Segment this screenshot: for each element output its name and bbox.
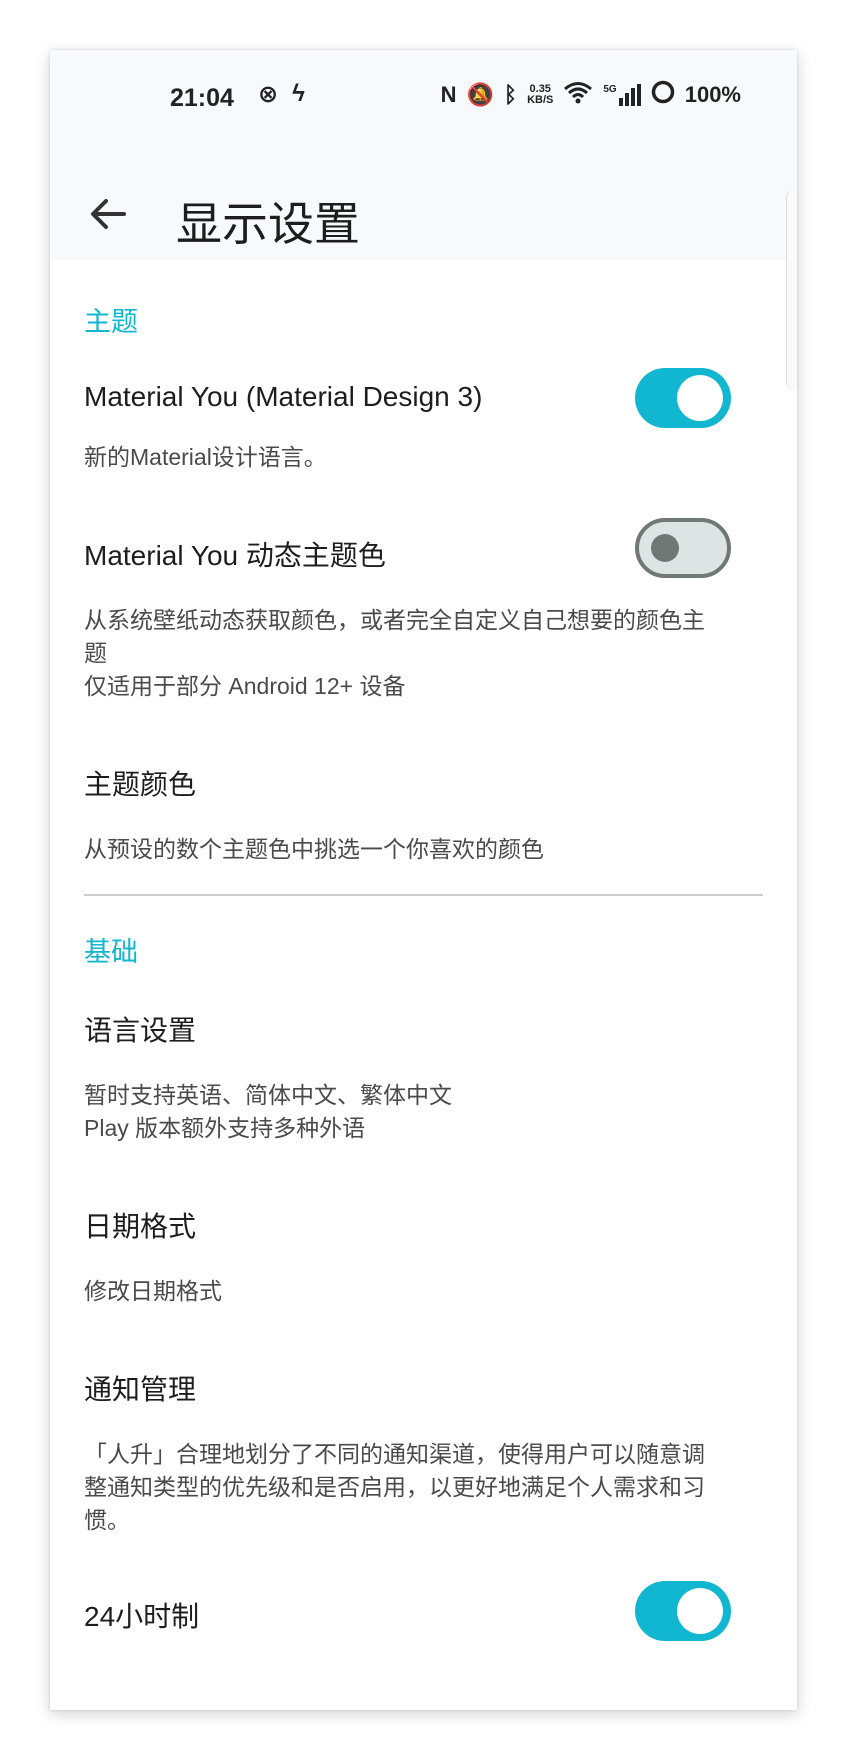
- setting-language[interactable]: 语言设置 暂时支持英语、简体中文、繁体中文 Play 版本额外支持多种外语: [84, 1009, 763, 1145]
- section-title-basic: 基础: [84, 937, 138, 967]
- bell-off-icon: 🔕: [466, 82, 494, 107]
- setting-desc: 从预设的数个主题色中挑选一个你喜欢的颜色: [84, 836, 544, 862]
- dynamic-color-toggle[interactable]: [635, 518, 731, 578]
- bluetooth-icon: ᛒ: [503, 82, 518, 107]
- status-icons: N 🔕 ᛒ 0.35 KB/S 5G 100%: [441, 80, 741, 110]
- setting-material-you[interactable]: Material You (Material Design 3) 新的Mater…: [84, 368, 763, 474]
- setting-desc: 「人升」合理地划分了不同的通知渠道，使得用户可以随意调 整通知类型的优先级和是否…: [84, 1441, 705, 1533]
- setting-theme-color[interactable]: 主题颜色 从预设的数个主题色中挑选一个你喜欢的颜色: [84, 763, 763, 866]
- setting-date-format[interactable]: 日期格式 修改日期格式: [84, 1205, 763, 1308]
- toolbar: 显示设置: [50, 150, 797, 260]
- setting-label: 日期格式: [84, 1211, 197, 1242]
- page-title: 显示设置: [176, 198, 360, 250]
- setting-label: 主题颜色: [84, 769, 197, 800]
- flash-icon: ϟ: [292, 80, 305, 107]
- status-bar: 21:04 ⊗ ϟ N 🔕 ᛒ 0.35 KB/S 5G 100%: [50, 50, 797, 150]
- 24-hour-toggle[interactable]: [635, 1581, 731, 1641]
- material-you-toggle[interactable]: [635, 368, 731, 428]
- back-arrow-icon[interactable]: [86, 192, 130, 236]
- status-time: 21:04: [170, 84, 234, 112]
- notification-blocked-icon: ⊗: [258, 81, 279, 108]
- phone-screen: 21:04 ⊗ ϟ N 🔕 ᛒ 0.35 KB/S 5G 100% 显示设置 主…: [50, 50, 797, 1710]
- setting-dynamic-color[interactable]: Material You 动态主题色 从系统壁纸动态获取颜色，或者完全自定义自己…: [84, 518, 763, 703]
- settings-list: 主题 Material You (Material Design 3) 新的Ma…: [50, 260, 797, 866]
- battery-level: 100%: [684, 82, 741, 107]
- net-speed: 0.35 KB/S: [527, 83, 554, 106]
- setting-desc: 从系统壁纸动态获取颜色，或者完全自定义自己想要的颜色主 题 仅适用于部分 And…: [84, 607, 705, 699]
- battery-icon: [651, 80, 675, 110]
- setting-desc: 新的Material设计语言。: [84, 444, 327, 470]
- wifi-icon: [563, 80, 593, 110]
- setting-desc: 暂时支持英语、简体中文、繁体中文 Play 版本额外支持多种外语: [84, 1082, 452, 1141]
- setting-desc: 修改日期格式: [84, 1278, 222, 1304]
- signal-icon: 5G: [603, 84, 641, 106]
- section-title-theme: 主题: [84, 307, 138, 337]
- setting-label: 通知管理: [84, 1374, 197, 1405]
- setting-label: 语言设置: [84, 1015, 197, 1046]
- setting-notifications[interactable]: 通知管理 「人升」合理地划分了不同的通知渠道，使得用户可以随意调 整通知类型的优…: [84, 1368, 763, 1537]
- setting-24-hour[interactable]: 24小时制: [84, 1581, 763, 1641]
- nfc-icon: N: [440, 82, 457, 107]
